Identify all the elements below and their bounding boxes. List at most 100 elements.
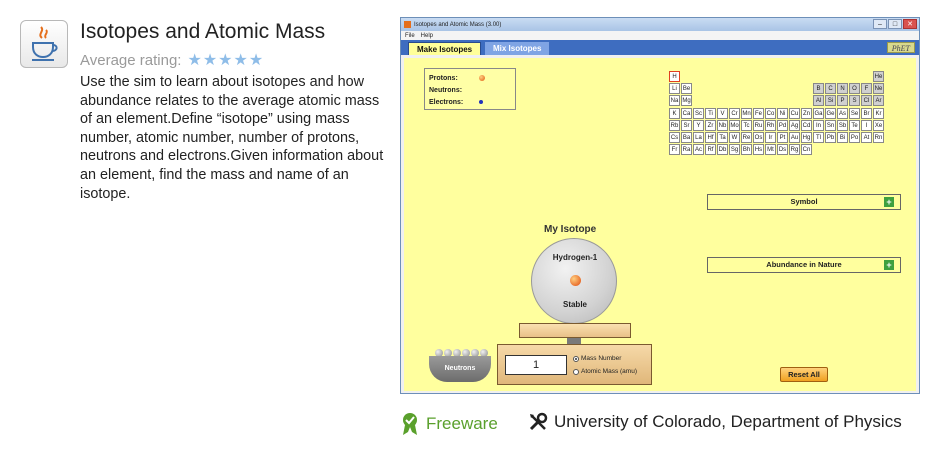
element-cell-sg[interactable]: Sg	[729, 144, 740, 156]
element-cell-rn[interactable]: Rn	[873, 132, 884, 143]
abundance-panel[interactable]: Abundance in Nature +	[707, 257, 901, 273]
element-cell-ca[interactable]: Ca	[681, 107, 692, 119]
minimize-button[interactable]: –	[873, 19, 887, 29]
tab-make-isotopes[interactable]: Make Isotopes	[408, 42, 482, 55]
element-cell-ds[interactable]: Ds	[777, 144, 788, 156]
element-cell-ti[interactable]: Ti	[705, 107, 716, 119]
element-cell-hs[interactable]: Hs	[753, 144, 764, 156]
element-cell-ne[interactable]: Ne	[873, 83, 884, 95]
element-cell-db[interactable]: Db	[717, 144, 728, 156]
element-cell-be[interactable]: Be	[681, 83, 692, 95]
element-cell-cs[interactable]: Cs	[669, 132, 680, 143]
radio-unselected-icon[interactable]	[573, 368, 579, 375]
element-cell-sb[interactable]: Sb	[837, 119, 848, 131]
element-cell-mo[interactable]: Mo	[729, 119, 740, 131]
element-cell-ni[interactable]: Ni	[777, 107, 788, 119]
element-cell-ac[interactable]: Ac	[693, 144, 704, 156]
element-cell-ta[interactable]: Ta	[717, 132, 728, 143]
element-cell-re[interactable]: Re	[741, 132, 752, 143]
element-cell-fe[interactable]: Fe	[753, 107, 764, 119]
element-cell-zn[interactable]: Zn	[801, 107, 812, 119]
element-cell-zr[interactable]: Zr	[705, 119, 716, 131]
menu-help[interactable]: Help	[421, 33, 433, 39]
element-cell-v[interactable]: V	[717, 107, 728, 119]
element-cell-rh[interactable]: Rh	[765, 119, 776, 131]
element-cell-pd[interactable]: Pd	[777, 119, 788, 131]
publisher-label[interactable]: University of Colorado, Department of Ph…	[554, 412, 902, 432]
element-cell-po[interactable]: Po	[849, 132, 860, 143]
element-cell-se[interactable]: Se	[849, 107, 860, 119]
element-cell-bi[interactable]: Bi	[837, 132, 848, 143]
element-cell-p[interactable]: P	[837, 95, 848, 107]
element-cell-au[interactable]: Au	[789, 132, 800, 143]
element-cell-na[interactable]: Na	[669, 95, 680, 107]
element-cell-o[interactable]: O	[849, 83, 860, 95]
element-cell-xe[interactable]: Xe	[873, 119, 884, 131]
element-cell-sn[interactable]: Sn	[825, 119, 836, 131]
element-cell-f[interactable]: F	[861, 83, 872, 95]
element-cell-ge[interactable]: Ge	[825, 107, 836, 119]
element-cell-bh[interactable]: Bh	[741, 144, 752, 156]
element-cell-tl[interactable]: Tl	[813, 132, 824, 143]
element-cell-ba[interactable]: Ba	[681, 132, 692, 143]
element-cell-k[interactable]: K	[669, 107, 680, 119]
element-cell-li[interactable]: Li	[669, 83, 680, 95]
menu-file[interactable]: File	[405, 33, 415, 39]
element-cell-y[interactable]: Y	[693, 119, 704, 131]
element-cell-b[interactable]: B	[813, 83, 824, 95]
element-cell-cn[interactable]: Cn	[801, 144, 812, 156]
element-cell-al[interactable]: Al	[813, 95, 824, 107]
nucleus-proton-icon[interactable]	[570, 275, 581, 286]
element-cell-ga[interactable]: Ga	[813, 107, 824, 119]
expand-plus-icon[interactable]: +	[884, 197, 894, 207]
element-cell-mg[interactable]: Mg	[681, 95, 692, 107]
close-button[interactable]: ✕	[903, 19, 917, 29]
element-cell-in[interactable]: In	[813, 119, 824, 131]
maximize-button[interactable]: □	[888, 19, 902, 29]
element-cell-co[interactable]: Co	[765, 107, 776, 119]
element-cell-ar[interactable]: Ar	[873, 95, 884, 107]
reset-all-button[interactable]: Reset All	[780, 367, 828, 382]
mass-number-option[interactable]: Mass Number	[573, 355, 621, 362]
element-cell-w[interactable]: W	[729, 132, 740, 143]
element-cell-cd[interactable]: Cd	[801, 119, 812, 131]
element-cell-br[interactable]: Br	[861, 107, 872, 119]
radio-selected-icon[interactable]	[573, 355, 579, 362]
element-cell-la[interactable]: La	[693, 132, 704, 143]
element-cell-h[interactable]: H	[669, 71, 680, 82]
element-cell-i[interactable]: I	[861, 119, 872, 131]
element-cell-nb[interactable]: Nb	[717, 119, 728, 131]
element-cell-s[interactable]: S	[849, 95, 860, 107]
element-cell-n[interactable]: N	[837, 83, 848, 95]
element-cell-hg[interactable]: Hg	[801, 132, 812, 143]
element-cell-cu[interactable]: Cu	[789, 107, 800, 119]
atomic-mass-option[interactable]: Atomic Mass (amu)	[573, 368, 637, 375]
element-cell-sr[interactable]: Sr	[681, 119, 692, 131]
element-cell-cl[interactable]: Cl	[861, 95, 872, 107]
element-cell-rb[interactable]: Rb	[669, 119, 680, 131]
element-cell-rg[interactable]: Rg	[789, 144, 800, 156]
symbol-panel[interactable]: Symbol +	[707, 194, 901, 210]
element-cell-mt[interactable]: Mt	[765, 144, 776, 156]
element-cell-pt[interactable]: Pt	[777, 132, 788, 143]
element-cell-hf[interactable]: Hf	[705, 132, 716, 143]
element-cell-as[interactable]: As	[837, 107, 848, 119]
element-cell-si[interactable]: Si	[825, 95, 836, 107]
expand-plus-icon[interactable]: +	[884, 260, 894, 270]
element-cell-rf[interactable]: Rf	[705, 144, 716, 156]
tab-mix-isotopes[interactable]: Mix Isotopes	[485, 42, 550, 55]
element-cell-ir[interactable]: Ir	[765, 132, 776, 143]
element-cell-ru[interactable]: Ru	[753, 119, 764, 131]
element-cell-ra[interactable]: Ra	[681, 144, 692, 156]
element-cell-kr[interactable]: Kr	[873, 107, 884, 119]
element-cell-at[interactable]: At	[861, 132, 872, 143]
element-cell-fr[interactable]: Fr	[669, 144, 680, 156]
element-cell-os[interactable]: Os	[753, 132, 764, 143]
license-label[interactable]: Freeware	[426, 414, 498, 434]
neutrons-bucket[interactable]: Neutrons	[429, 356, 491, 382]
element-cell-c[interactable]: C	[825, 83, 836, 95]
element-cell-he[interactable]: He	[873, 71, 884, 82]
element-cell-sc[interactable]: Sc	[693, 107, 704, 119]
element-cell-tc[interactable]: Tc	[741, 119, 752, 131]
element-cell-mn[interactable]: Mn	[741, 107, 752, 119]
